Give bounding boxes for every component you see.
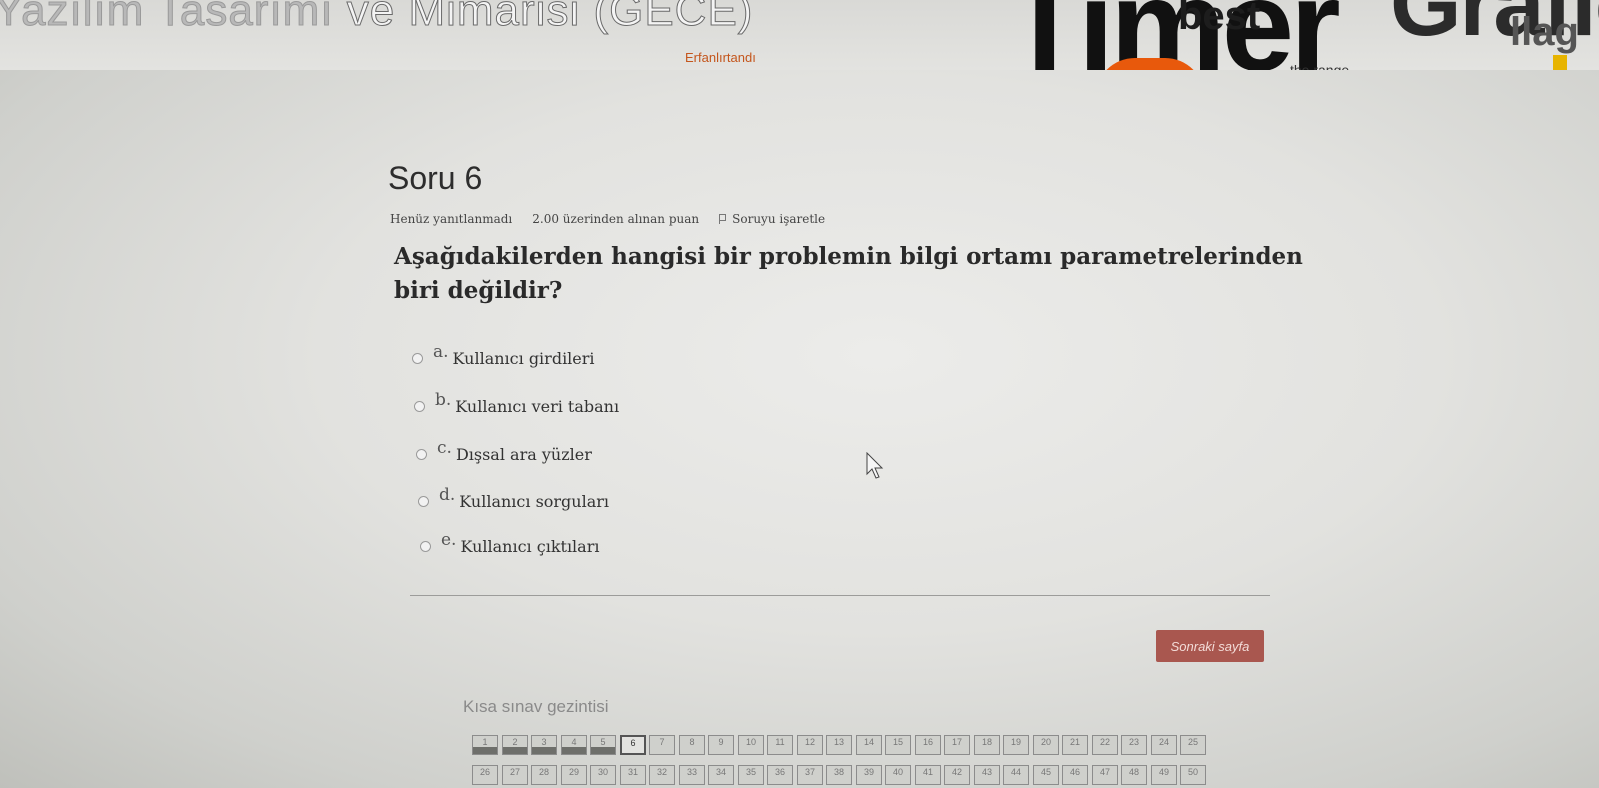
nav-question-45[interactable]: 45 bbox=[1033, 765, 1059, 785]
nav-question-49[interactable]: 49 bbox=[1151, 765, 1177, 785]
question-heading: Soru 6 bbox=[388, 160, 483, 196]
nav-question-13[interactable]: 13 bbox=[826, 735, 852, 755]
nav-question-11[interactable]: 11 bbox=[767, 735, 793, 755]
nav-question-28[interactable]: 28 bbox=[531, 765, 557, 785]
nav-question-38[interactable]: 38 bbox=[826, 765, 852, 785]
question-points: 2.00 üzerinden alınan puan bbox=[532, 212, 700, 226]
flag-question-button[interactable]: Soruyu işaretle bbox=[719, 212, 825, 226]
nav-question-21[interactable]: 21 bbox=[1062, 735, 1088, 755]
nav-question-50[interactable]: 50 bbox=[1180, 765, 1206, 785]
nav-question-8[interactable]: 8 bbox=[679, 735, 705, 755]
nav-question-20[interactable]: 20 bbox=[1033, 735, 1059, 755]
nav-question-1[interactable]: 1 bbox=[472, 735, 498, 755]
question-info: Henüz yanıtlanmadı 2.00 üzerinden alınan… bbox=[390, 212, 825, 226]
course-banner: Yazılım Tasarımı ve Mimarisi (GECE) Time… bbox=[0, 0, 1599, 70]
answer-label: Kullanıcı çıktıları bbox=[460, 536, 600, 556]
nav-question-40[interactable]: 40 bbox=[885, 765, 911, 785]
nav-question-10[interactable]: 10 bbox=[738, 735, 764, 755]
nav-question-48[interactable]: 48 bbox=[1121, 765, 1147, 785]
wordcloud-best: best bbox=[1178, 0, 1261, 38]
nav-question-35[interactable]: 35 bbox=[738, 765, 764, 785]
nav-question-7[interactable]: 7 bbox=[649, 735, 675, 755]
nav-question-26[interactable]: 26 bbox=[472, 765, 498, 785]
radio-button[interactable] bbox=[416, 448, 427, 460]
nav-question-12[interactable]: 12 bbox=[797, 735, 823, 755]
flag-question-label: Soruyu işaretle bbox=[732, 212, 826, 226]
nav-question-15[interactable]: 15 bbox=[885, 735, 911, 755]
nav-question-18[interactable]: 18 bbox=[974, 735, 1000, 755]
nav-question-36[interactable]: 36 bbox=[767, 765, 793, 785]
answer-letter: b. bbox=[435, 390, 452, 410]
nav-question-4[interactable]: 4 bbox=[561, 735, 587, 755]
nav-question-32[interactable]: 32 bbox=[649, 765, 675, 785]
nav-question-5[interactable]: 5 bbox=[590, 735, 616, 755]
answer-option-e[interactable]: e. Kullanıcı çıktıları bbox=[420, 530, 600, 556]
nav-question-6[interactable]: 6 bbox=[620, 735, 646, 755]
wordcloud-dark-word: the range bbox=[1290, 62, 1350, 70]
nav-question-3[interactable]: 3 bbox=[531, 735, 557, 755]
answer-option-a[interactable]: a. Kullanıcı girdileri bbox=[412, 342, 595, 368]
answer-letter: c. bbox=[437, 438, 452, 458]
answer-option-d[interactable]: d. Kullanıcı sorguları bbox=[418, 485, 610, 511]
nav-question-25[interactable]: 25 bbox=[1180, 735, 1206, 755]
nav-question-30[interactable]: 30 bbox=[590, 765, 616, 785]
nav-question-44[interactable]: 44 bbox=[1003, 765, 1029, 785]
radio-button[interactable] bbox=[414, 400, 425, 412]
wordcloud-orange-word: Erfanlırtandı bbox=[685, 50, 756, 65]
answer-label: Kullanıcı girdileri bbox=[452, 348, 595, 368]
nav-question-27[interactable]: 27 bbox=[502, 765, 528, 785]
wordcloud-right-word: llag bbox=[1510, 10, 1579, 54]
quiz-navigation-title: Kısa sınav gezintisi bbox=[463, 697, 609, 716]
course-title-left: Yazılım Tasarımı bbox=[0, 0, 347, 36]
answer-label: Kullanıcı sorguları bbox=[459, 491, 610, 511]
nav-question-46[interactable]: 46 bbox=[1062, 765, 1088, 785]
nav-question-17[interactable]: 17 bbox=[944, 735, 970, 755]
wordcloud-yellow-mark bbox=[1553, 55, 1567, 70]
nav-question-19[interactable]: 19 bbox=[1003, 735, 1029, 755]
nav-question-33[interactable]: 33 bbox=[679, 765, 705, 785]
question-status: Henüz yanıtlanmadı bbox=[390, 212, 513, 226]
answer-letter: e. bbox=[441, 530, 457, 550]
nav-question-43[interactable]: 43 bbox=[974, 765, 1000, 785]
answer-letter: a. bbox=[433, 342, 449, 362]
answer-letter: d. bbox=[439, 485, 456, 505]
nav-question-31[interactable]: 31 bbox=[620, 765, 646, 785]
answer-label: Kullanıcı veri tabanı bbox=[455, 396, 620, 416]
answer-option-c[interactable]: c. Dışsal ara yüzler bbox=[416, 438, 592, 464]
nav-question-24[interactable]: 24 bbox=[1151, 735, 1177, 755]
radio-button[interactable] bbox=[412, 352, 423, 364]
course-title[interactable]: Yazılım Tasarımı ve Mimarisi (GECE) bbox=[0, 0, 753, 36]
nav-question-39[interactable]: 39 bbox=[856, 765, 882, 785]
nav-question-47[interactable]: 47 bbox=[1092, 765, 1118, 785]
nav-question-14[interactable]: 14 bbox=[856, 735, 882, 755]
radio-button[interactable] bbox=[420, 540, 431, 552]
nav-question-9[interactable]: 9 bbox=[708, 735, 734, 755]
nav-question-2[interactable]: 2 bbox=[502, 735, 528, 755]
nav-question-41[interactable]: 41 bbox=[915, 765, 941, 785]
flag-icon bbox=[719, 214, 727, 224]
answer-option-b[interactable]: b. Kullanıcı veri tabanı bbox=[414, 390, 620, 416]
nav-question-34[interactable]: 34 bbox=[708, 765, 734, 785]
nav-question-16[interactable]: 16 bbox=[915, 735, 941, 755]
section-divider bbox=[410, 595, 1270, 596]
nav-question-23[interactable]: 23 bbox=[1121, 735, 1147, 755]
nav-question-22[interactable]: 22 bbox=[1092, 735, 1118, 755]
radio-button[interactable] bbox=[418, 495, 429, 507]
nav-question-29[interactable]: 29 bbox=[561, 765, 587, 785]
course-title-highlight: ve Mimarisi (GECE) bbox=[346, 0, 754, 36]
nav-question-42[interactable]: 42 bbox=[944, 765, 970, 785]
question-text: Aşağıdakilerden hangisi bir problemin bi… bbox=[394, 243, 1303, 304]
mouse-cursor-icon bbox=[866, 452, 884, 479]
next-page-button[interactable]: Sonraki sayfa bbox=[1156, 630, 1264, 662]
answer-label: Dışsal ara yüzler bbox=[455, 444, 592, 464]
nav-question-37[interactable]: 37 bbox=[797, 765, 823, 785]
